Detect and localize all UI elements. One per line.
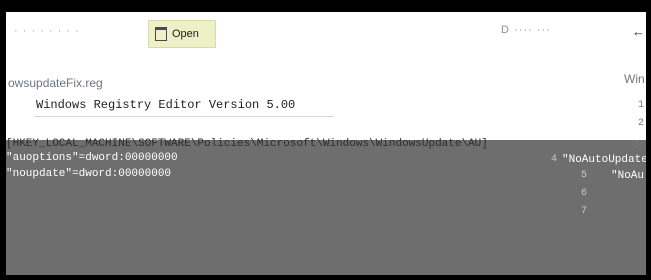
side-value-2: "NoAu <box>611 170 645 182</box>
line-number-5: 5 <box>581 170 588 181</box>
open-button-label: Open <box>172 28 199 40</box>
code-line-4: "auoptions"=dword:00000000 <box>6 152 178 164</box>
line-number-6: 6 <box>581 188 588 199</box>
frame-bottom-border <box>0 275 651 280</box>
side-value-1: "NoAutoUpdate" <box>562 154 651 166</box>
toolbar-right-controls[interactable]: D ···· ··· <box>501 24 551 36</box>
line-number-2: 2 <box>638 118 645 129</box>
line-number-4: 4 <box>551 154 558 165</box>
toolbar: · · · · · · · · Open D ···· ··· ← <box>6 12 646 50</box>
frame-left-border <box>0 0 6 280</box>
code-line-1: Windows Registry Editor Version 5.00 <box>36 98 296 112</box>
frame-top-border <box>0 0 651 12</box>
toolbar-blurred-controls[interactable]: · · · · · · · · <box>14 25 80 37</box>
line-number-3: 3 <box>634 140 641 151</box>
line-number-1: 1 <box>638 100 645 111</box>
window-label: Win <box>624 72 645 86</box>
code-line-5: "noupdate"=dword:00000000 <box>6 168 172 180</box>
back-arrow-icon[interactable]: ← <box>632 24 645 39</box>
frame-right-border <box>646 0 651 280</box>
file-tab-bar: owsupdateFix.reg Win <box>6 66 646 94</box>
line-number-7: 7 <box>581 206 588 217</box>
file-tab-name[interactable]: owsupdateFix.reg <box>8 76 103 90</box>
code-line-3: [HKEY_LOCAL_MACHINE\SOFTWARE\Policies\Mi… <box>6 138 488 150</box>
file-icon <box>155 27 167 41</box>
editor-pane[interactable]: Windows Registry Editor Version 5.00 [HK… <box>6 94 651 275</box>
app-window: · · · · · · · · Open D ···· ··· ← owsupd… <box>0 0 651 280</box>
open-button[interactable]: Open <box>148 20 216 48</box>
